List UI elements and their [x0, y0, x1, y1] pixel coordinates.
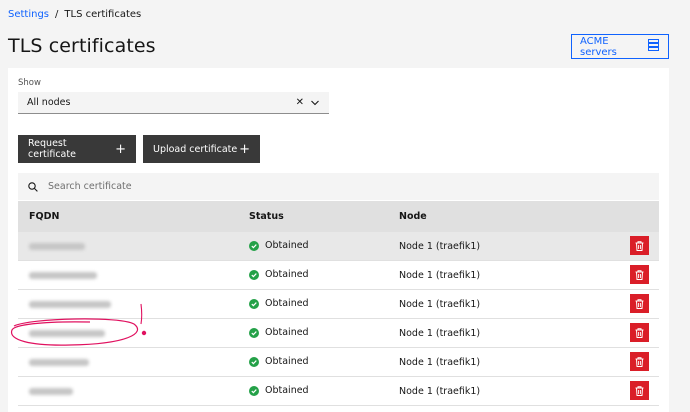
status-cell: Obtained — [249, 298, 309, 309]
node-cell: Node 1 (traefik1) — [399, 328, 481, 339]
table-row[interactable]: Obtained Node 1 (traefik1) — [18, 261, 659, 290]
request-certificate-label: Request certificate — [28, 138, 76, 160]
plus-icon: + — [239, 141, 250, 157]
delete-button[interactable] — [630, 236, 649, 255]
checkmark-filled-icon — [249, 327, 259, 338]
fqdn-redacted — [29, 243, 85, 250]
close-icon[interactable]: ✕ — [296, 97, 304, 108]
node-filter-select[interactable]: All nodes ✕ — [18, 92, 329, 114]
checkmark-filled-icon — [249, 356, 259, 367]
checkmark-filled-icon — [249, 385, 259, 396]
chevron-down-icon[interactable] — [311, 98, 319, 109]
checkmark-filled-icon — [249, 269, 259, 280]
table-row[interactable]: Obtained Node 1 (traefik1) — [18, 348, 659, 377]
fqdn-redacted — [29, 359, 89, 366]
fqdn-redacted — [29, 272, 97, 279]
trash-icon — [635, 298, 644, 309]
delete-button[interactable] — [630, 381, 649, 400]
status-text: Obtained — [265, 385, 309, 396]
acme-servers-label: ACME servers — [580, 35, 617, 58]
node-cell: Node 1 (traefik1) — [399, 241, 481, 252]
status-text: Obtained — [265, 327, 309, 338]
breadcrumb-settings-link[interactable]: Settings — [8, 9, 49, 20]
acme-servers-button[interactable]: ACME servers — [571, 34, 669, 59]
fqdn-redacted — [29, 301, 111, 308]
column-header-fqdn[interactable]: FQDN — [29, 211, 59, 222]
trash-icon — [635, 356, 644, 367]
breadcrumb-current: TLS certificates — [64, 9, 142, 20]
status-text: Obtained — [265, 298, 309, 309]
fqdn-redacted — [29, 388, 73, 395]
trash-icon — [635, 327, 644, 338]
status-cell: Obtained — [249, 356, 309, 367]
plus-icon: + — [115, 141, 126, 157]
upload-certificate-button[interactable]: Upload certificate + — [143, 135, 260, 163]
page-title: TLS certificates — [8, 35, 156, 57]
search-icon — [28, 181, 38, 192]
certificates-panel: Show All nodes ✕ Request certificate + U… — [8, 68, 669, 412]
show-filter-label: Show — [18, 78, 41, 88]
delete-button[interactable] — [630, 352, 649, 371]
server-list-icon — [648, 39, 659, 54]
node-cell: Node 1 (traefik1) — [399, 299, 481, 310]
status-cell: Obtained — [249, 240, 309, 251]
status-cell: Obtained — [249, 269, 309, 280]
status-text: Obtained — [265, 240, 309, 251]
table-row[interactable]: Obtained Node 1 (traefik1) — [18, 232, 659, 261]
table-row[interactable]: Obtained Node 1 (traefik1) — [18, 290, 659, 319]
breadcrumb: Settings / TLS certificates — [8, 9, 141, 20]
table-row[interactable]: Obtained Node 1 (traefik1) — [18, 377, 659, 406]
trash-icon — [635, 269, 644, 280]
node-cell: Node 1 (traefik1) — [399, 357, 481, 368]
request-certificate-button[interactable]: Request certificate + — [18, 135, 136, 163]
search-placeholder: Search certificate — [48, 181, 132, 192]
delete-button[interactable] — [630, 265, 649, 284]
breadcrumb-separator: / — [55, 9, 59, 20]
trash-icon — [635, 240, 644, 251]
table-header: FQDN Status Node — [18, 201, 659, 232]
node-cell: Node 1 (traefik1) — [399, 386, 481, 397]
table-row[interactable]: Obtained Node 1 (traefik1) — [18, 319, 659, 348]
delete-button[interactable] — [630, 323, 649, 342]
fqdn-redacted — [29, 330, 105, 337]
delete-button[interactable] — [630, 294, 649, 313]
checkmark-filled-icon — [249, 298, 259, 309]
status-text: Obtained — [265, 356, 309, 367]
node-cell: Node 1 (traefik1) — [399, 270, 481, 281]
node-filter-value: All nodes — [27, 97, 71, 108]
certificates-table-body: Obtained Node 1 (traefik1) Obtained Node… — [18, 232, 659, 406]
status-text: Obtained — [265, 269, 309, 280]
status-cell: Obtained — [249, 385, 309, 396]
checkmark-filled-icon — [249, 240, 259, 251]
column-header-node[interactable]: Node — [399, 211, 427, 222]
search-input[interactable]: Search certificate — [18, 173, 659, 200]
trash-icon — [635, 385, 644, 396]
status-cell: Obtained — [249, 327, 309, 338]
upload-certificate-label: Upload certificate — [153, 143, 238, 155]
column-header-status[interactable]: Status — [249, 211, 284, 222]
